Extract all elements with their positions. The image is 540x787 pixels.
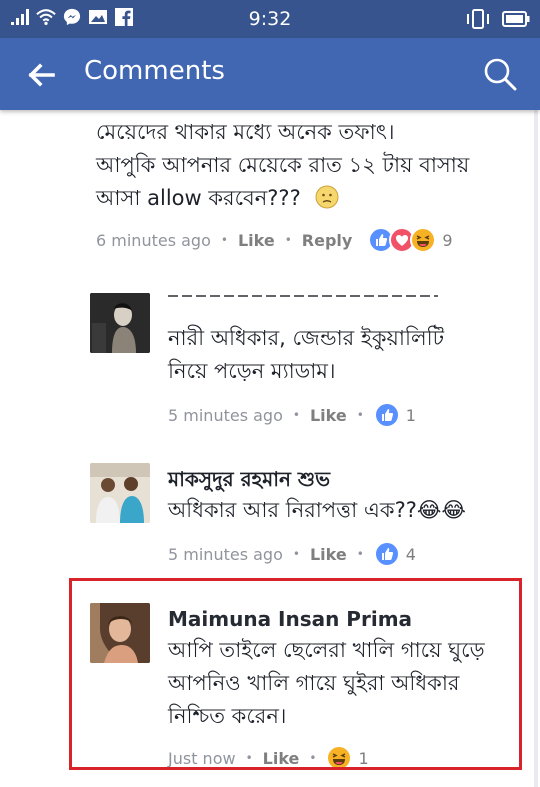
search-icon[interactable] [482,56,518,92]
status-time: 9:32 [248,8,292,30]
vibrate-icon [467,9,489,29]
comment-text-line: মেয়েদের থাকার মধ্যে অনেক তফাৎ। [96,120,395,144]
battery-icon [502,11,530,27]
reaction-count: 4 [405,544,416,564]
comment-item: মেয়েদের থাকার মধ্যে অনেক তফাৎ। আপুকি আপ… [96,116,516,253]
comment-text-line: আপুকি আপনার মেয়েকে রাত ১২ টায় বাসায় [96,153,470,177]
separator-dot: • [356,547,364,561]
comment-timestamp: 5 minutes ago [168,544,283,564]
back-arrow-icon[interactable] [26,60,56,90]
separator-dot: • [292,408,300,422]
comment-text-line: নারী অধিকার, জেন্ডার ইকুয়ালিটি [168,326,445,350]
comment-text-line: নিয়ে পড়েন ম্যাডাম। [168,359,336,383]
avatar-photo [90,463,150,523]
separator-dot: • [220,233,228,247]
avatar[interactable] [90,293,150,353]
status-bar: 9:32 [0,0,540,38]
like-reaction-icon [373,402,400,428]
like-button[interactable]: Like [310,545,347,564]
reaction-summary[interactable]: 4 [373,541,416,567]
app-bar: Comments [0,38,540,110]
scrollbar[interactable] [534,110,538,787]
comment-author[interactable]: মাকসুদুর রহমান শুভ [168,464,518,494]
separator-dot: • [284,233,292,247]
reaction-summary[interactable]: 9 [368,227,453,253]
comment-item: মাকসুদুর রহমান শুভ অধিকার আর নিরাপত্তা এ… [168,464,518,567]
avatar-photo [90,293,150,353]
like-button[interactable]: Like [238,231,275,250]
highlight-box [69,578,522,770]
avatar[interactable] [90,463,150,523]
status-bar-right [466,8,530,30]
reply-button[interactable]: Reply [302,231,353,250]
comment-timestamp: 6 minutes ago [96,230,211,250]
comment-item: নারী অধিকার, জেন্ডার ইকুয়ালিটি নিয়ে পড… [168,322,518,428]
page-title: Comments [84,56,225,86]
comment-meta: 6 minutes ago • Like • Reply 9 [96,227,516,253]
reaction-count: 9 [442,230,453,250]
separator-dot: • [292,547,300,561]
like-button[interactable]: Like [310,406,347,425]
comment-meta: 5 minutes ago • Like • 4 [168,541,518,567]
comment-timestamp: 5 minutes ago [168,405,283,425]
comment-meta: 5 minutes ago • Like • 1 [168,402,518,428]
haha-reaction-icon [410,227,437,253]
comment-text-line: অধিকার আর নিরাপত্তা এক??😂😂 [168,498,466,522]
comment-text-segment: আসা allow করবেন??? [96,186,301,210]
reaction-summary[interactable]: 1 [373,402,416,428]
comment-text-line: আসা allow করবেন??? [96,182,516,215]
reaction-count: 1 [405,405,416,425]
reply-cutoff-name [168,292,438,298]
like-reaction-icon [373,541,400,567]
sad-face-emoji-icon [315,185,339,209]
separator-dot: • [356,408,364,422]
